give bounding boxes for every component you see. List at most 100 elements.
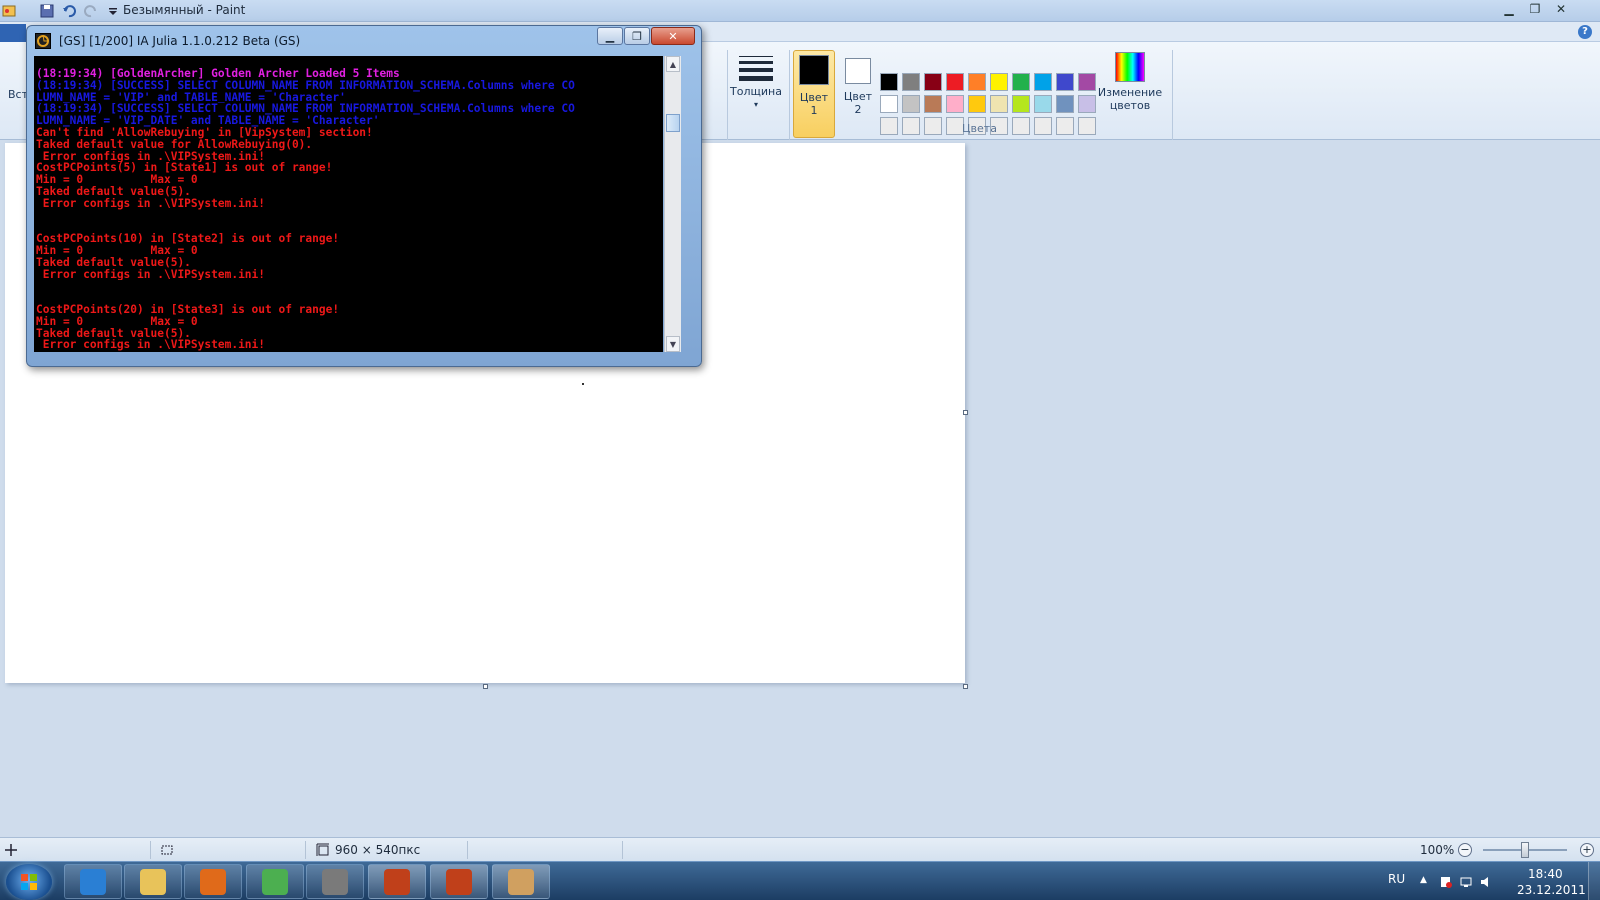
palette-color[interactable] xyxy=(968,95,986,113)
palette-color[interactable] xyxy=(1078,117,1096,135)
action-center-icon[interactable] xyxy=(1440,876,1452,888)
edit-colors-button[interactable]: Изменение цветов xyxy=(1097,52,1163,136)
color1-button[interactable]: Цвет 1 xyxy=(793,50,835,138)
box-app-icon xyxy=(322,868,348,895)
clock-date[interactable]: 23.12.2011 xyxy=(1517,883,1586,897)
maximize-icon[interactable]: ❐ xyxy=(1522,0,1548,18)
paste-button-label[interactable]: Вст xyxy=(8,88,28,101)
console-line: Taked default value(5). xyxy=(36,327,191,340)
ribbon-divider xyxy=(1172,50,1173,146)
palette-color[interactable] xyxy=(924,73,942,91)
taskbar-paint-button[interactable] xyxy=(492,864,550,899)
thickness-icon xyxy=(739,56,773,57)
color1-label-line2: 1 xyxy=(810,104,818,117)
palette-color[interactable] xyxy=(1012,73,1030,91)
palette-color[interactable] xyxy=(1012,117,1030,135)
paint-app-icon[interactable] xyxy=(0,2,18,20)
show-desktop-button[interactable] xyxy=(1588,862,1600,900)
palette-color[interactable] xyxy=(990,95,1008,113)
scroll-up-icon[interactable]: ▲ xyxy=(666,56,680,72)
console-line: Min = 0 Max = 0 xyxy=(36,315,198,328)
zoom-out-icon[interactable]: − xyxy=(1458,843,1472,857)
palette-color[interactable] xyxy=(1034,117,1052,135)
scroll-thumb[interactable] xyxy=(666,114,680,132)
palette-color[interactable] xyxy=(902,73,920,91)
canvas-size: 960 × 540пкс xyxy=(335,843,421,857)
scroll-down-icon[interactable]: ▼ xyxy=(666,336,680,352)
show-hidden-icons-icon[interactable]: ▲ xyxy=(1420,875,1432,887)
resize-handle-corner[interactable] xyxy=(963,684,968,689)
palette-color[interactable] xyxy=(1056,117,1074,135)
palette-color[interactable] xyxy=(946,73,964,91)
file-menu-button[interactable] xyxy=(0,24,26,42)
taskbar-box-app-button[interactable] xyxy=(306,864,364,899)
taskbar-game-server-1-button[interactable] xyxy=(368,864,426,899)
taskbar-internet-explorer-button[interactable] xyxy=(64,864,122,899)
resize-handle-bottom[interactable] xyxy=(483,684,488,689)
volume-icon[interactable] xyxy=(1480,876,1492,888)
customize-qat-icon[interactable] xyxy=(104,2,122,20)
palette-color[interactable] xyxy=(1012,95,1030,113)
palette-color[interactable] xyxy=(1078,95,1096,113)
console-window[interactable]: [GS] [1/200] IA Julia 1.1.0.212 Beta (GS… xyxy=(26,25,702,367)
palette-color[interactable] xyxy=(946,95,964,113)
zoom-slider-thumb[interactable] xyxy=(1521,842,1529,858)
palette-color[interactable] xyxy=(880,117,898,135)
network-icon[interactable] xyxy=(1460,876,1472,888)
status-divider xyxy=(150,841,151,859)
internet-explorer-icon xyxy=(80,868,106,895)
undo-icon[interactable] xyxy=(60,2,78,20)
palette-color[interactable] xyxy=(880,73,898,91)
thickness-icon-line xyxy=(739,68,773,72)
clock-time[interactable]: 18:40 xyxy=(1528,867,1563,881)
taskbar-game-server-2-button[interactable] xyxy=(430,864,488,899)
resize-handle-right[interactable] xyxy=(963,410,968,415)
cursor-position-icon xyxy=(4,838,18,862)
console-line: LUMN_NAME = 'VIP' and TABLE_NAME = 'Char… xyxy=(36,91,346,104)
language-indicator[interactable]: RU xyxy=(1388,872,1405,886)
redo-icon[interactable] xyxy=(82,2,100,20)
console-maximize-icon[interactable]: ❐ xyxy=(624,27,650,45)
console-line: Error configs in .\VIPSystem.ini! xyxy=(36,150,266,163)
canvas-pixel xyxy=(582,383,584,385)
console-line: Taked default value(5). xyxy=(36,185,191,198)
palette-color[interactable] xyxy=(902,117,920,135)
status-divider xyxy=(622,841,623,859)
palette-color[interactable] xyxy=(1056,95,1074,113)
thickness-icon-line xyxy=(739,61,773,64)
zoom-in-icon[interactable]: + xyxy=(1580,843,1594,857)
thickness-button[interactable]: Толщина ▾ xyxy=(728,52,784,132)
close-icon[interactable]: ✕ xyxy=(1548,0,1574,18)
selection-size-icon xyxy=(160,838,174,862)
console-line: (18:19:34) [GoldenArcher] Golden Archer … xyxy=(36,68,400,80)
palette-color[interactable] xyxy=(1034,95,1052,113)
palette-color[interactable] xyxy=(968,73,986,91)
palette-color[interactable] xyxy=(990,73,1008,91)
windows-explorer-icon xyxy=(140,868,166,895)
console-line: Error configs in .\VIPSystem.ini! xyxy=(36,339,266,352)
palette-color[interactable] xyxy=(902,95,920,113)
console-close-icon[interactable]: ✕ xyxy=(651,27,695,45)
color-wheel-icon xyxy=(1115,52,1145,82)
status-divider xyxy=(305,841,306,859)
palette-color[interactable] xyxy=(1056,73,1074,91)
taskbar-windows-explorer-button[interactable] xyxy=(124,864,182,899)
help-icon[interactable]: ? xyxy=(1578,25,1592,39)
game-server-2-icon xyxy=(446,868,472,895)
console-scrollbar[interactable]: ▲ ▼ xyxy=(664,56,681,352)
taskbar-media-player-button[interactable] xyxy=(184,864,242,899)
palette-color[interactable] xyxy=(924,117,942,135)
palette-color[interactable] xyxy=(880,95,898,113)
minimize-icon[interactable]: ▁ xyxy=(1496,0,1522,18)
console-output[interactable]: (18:19:34) [GoldenArcher] Golden Archer … xyxy=(34,56,663,352)
taskbar-chrome-button[interactable] xyxy=(246,864,304,899)
palette-color[interactable] xyxy=(1034,73,1052,91)
console-minimize-icon[interactable]: ▁ xyxy=(597,27,623,45)
color2-button[interactable]: Цвет 2 xyxy=(842,52,874,138)
palette-color[interactable] xyxy=(924,95,942,113)
start-button[interactable] xyxy=(6,864,52,900)
palette-color[interactable] xyxy=(1078,73,1096,91)
save-icon[interactable] xyxy=(38,2,56,20)
